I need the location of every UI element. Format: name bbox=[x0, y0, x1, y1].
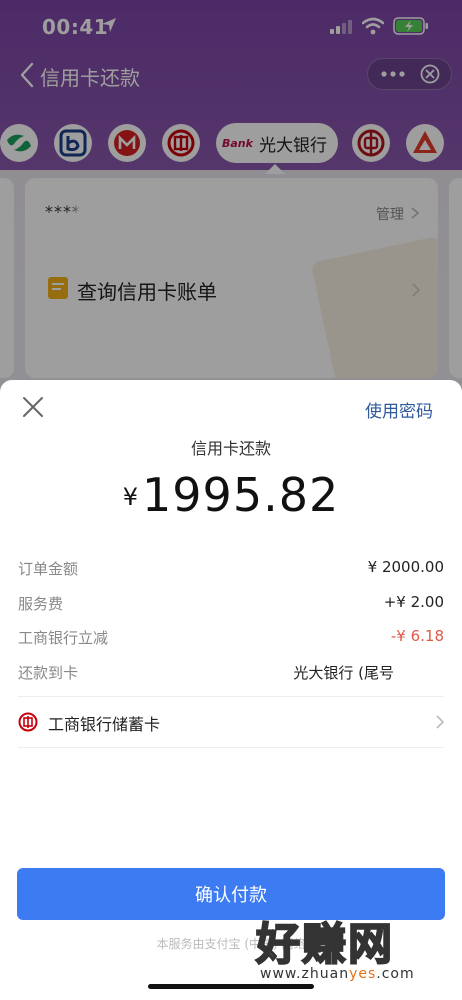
divider bbox=[18, 747, 444, 748]
order-details: 订单金额 ¥ 2000.00 服务费 +¥ 2.00 工商银行立减 -¥ 6.1… bbox=[18, 558, 444, 696]
site-watermark: 好赚网 www.zhuanyes.com bbox=[250, 900, 450, 990]
detail-value: ¥ 2000.00 bbox=[367, 558, 444, 576]
payment-method-row[interactable]: 工商银行储蓄卡 bbox=[0, 698, 462, 748]
detail-label: 服务费 bbox=[18, 594, 64, 613]
use-password-link[interactable]: 使用密码 bbox=[365, 397, 433, 422]
detail-row-service-fee: 服务费 +¥ 2.00 bbox=[18, 593, 444, 628]
icbc-logo-icon bbox=[18, 712, 38, 732]
payment-amount: ¥1995.82 bbox=[0, 468, 462, 522]
amount-value: 1995.82 bbox=[142, 468, 340, 522]
detail-row-order-amount: 订单金额 ¥ 2000.00 bbox=[18, 558, 444, 593]
detail-label: 订单金额 bbox=[18, 560, 79, 578]
watermark-url: www.zhuanyes.com bbox=[260, 966, 415, 982]
sheet-title: 信用卡还款 bbox=[190, 439, 271, 458]
chevron-right-icon bbox=[436, 715, 445, 729]
watermark-url-highlight: yes bbox=[349, 966, 377, 982]
home-indicator[interactable] bbox=[148, 984, 314, 989]
watermark-url-prefix: www.zhuan bbox=[260, 966, 350, 982]
watermark-url-suffix: .com bbox=[376, 966, 415, 982]
detail-value: +¥ 2.00 bbox=[383, 592, 444, 611]
detail-label: 还款到卡 bbox=[18, 663, 79, 682]
watermark-logo: 好赚网 bbox=[255, 918, 394, 971]
detail-row-target-card: 还款到卡 光大银行 (尾号 bbox=[18, 662, 444, 697]
detail-value: 光大银行 (尾号 bbox=[293, 663, 394, 682]
detail-row-discount: 工商银行立减 -¥ 6.18 bbox=[18, 627, 444, 662]
detail-label: 工商银行立减 bbox=[18, 629, 109, 647]
detail-value: -¥ 6.18 bbox=[390, 627, 444, 645]
currency-symbol: ¥ bbox=[122, 483, 139, 511]
divider bbox=[18, 696, 444, 697]
close-icon[interactable] bbox=[22, 396, 44, 418]
payment-method-label: 工商银行储蓄卡 bbox=[48, 715, 161, 734]
